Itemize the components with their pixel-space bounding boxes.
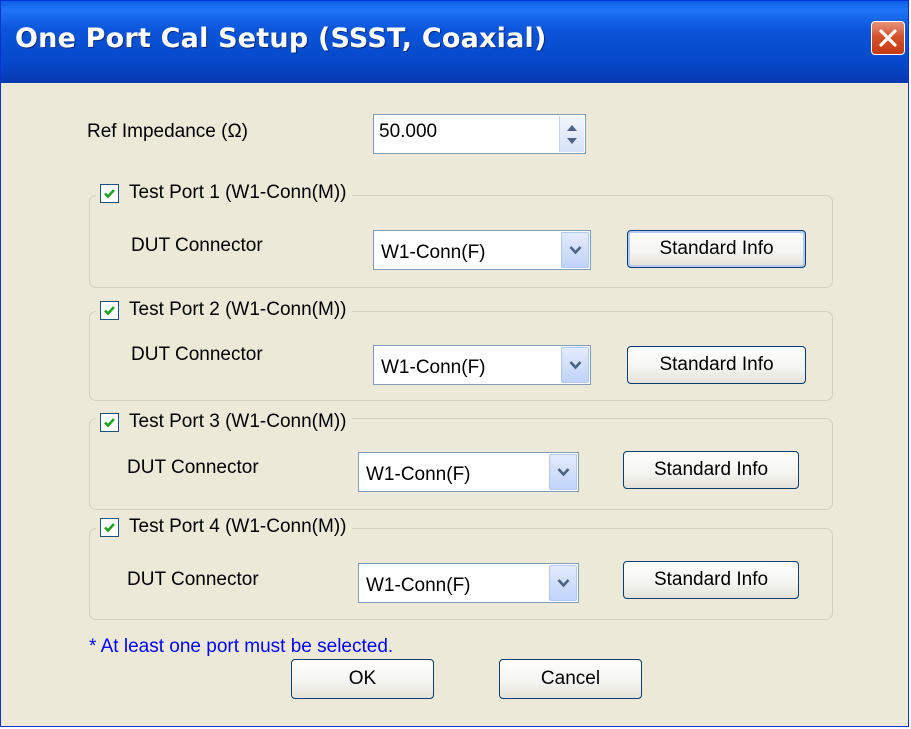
port-3-connector-value: W1-Conn(F) bbox=[366, 464, 471, 485]
checkmark-icon bbox=[104, 417, 115, 427]
port-1-dropdown-button[interactable] bbox=[561, 232, 589, 268]
title-bar[interactable]: One Port Cal Setup (SSST, Coaxial) bbox=[1, 1, 908, 83]
port-4-connector-select[interactable]: W1-Conn(F) bbox=[358, 563, 579, 603]
port-1-standard-info-button[interactable]: Standard Info bbox=[627, 230, 806, 268]
close-icon bbox=[879, 29, 897, 47]
port-1-checkbox[interactable] bbox=[100, 183, 119, 203]
port-2-standard-info-button[interactable]: Standard Info bbox=[627, 346, 806, 384]
chevron-down-icon bbox=[557, 579, 570, 588]
port-1-header: Test Port 1 (W1-Conn(M)) bbox=[96, 180, 353, 206]
port-2-connector-select[interactable]: W1-Conn(F) bbox=[373, 345, 591, 385]
port-2-header: Test Port 2 (W1-Conn(M)) bbox=[96, 297, 353, 323]
port-2-connector-label: DUT Connector bbox=[131, 344, 263, 365]
checkmark-icon bbox=[104, 522, 115, 532]
port-1-connector-label: DUT Connector bbox=[131, 235, 263, 256]
port-1-connector-select[interactable]: W1-Conn(F) bbox=[373, 230, 591, 270]
chevron-down-icon bbox=[569, 246, 582, 255]
dialog-window: One Port Cal Setup (SSST, Coaxial) Ref I… bbox=[0, 0, 909, 727]
ref-impedance-label: Ref Impedance (Ω) bbox=[87, 121, 248, 142]
dialog-client: Ref Impedance (Ω) 50.000 Test Port 1 (W1… bbox=[1, 83, 908, 726]
close-button[interactable] bbox=[871, 21, 905, 55]
port-1-label: Test Port 1 (W1-Conn(M)) bbox=[129, 182, 347, 203]
port-2-label: Test Port 2 (W1-Conn(M)) bbox=[129, 299, 347, 320]
port-3-label: Test Port 3 (W1-Conn(M)) bbox=[129, 411, 347, 432]
port-4-connector-value: W1-Conn(F) bbox=[366, 575, 471, 596]
port-3-standard-info-button[interactable]: Standard Info bbox=[623, 451, 799, 489]
port-2-dropdown-button[interactable] bbox=[561, 347, 589, 383]
port-4-checkbox[interactable] bbox=[100, 517, 119, 537]
port-4-header: Test Port 4 (W1-Conn(M)) bbox=[96, 514, 353, 540]
chevron-down-icon bbox=[569, 361, 582, 370]
checkmark-icon bbox=[104, 305, 115, 315]
port-3-header: Test Port 3 (W1-Conn(M)) bbox=[96, 409, 353, 435]
port-3-connector-select[interactable]: W1-Conn(F) bbox=[358, 452, 579, 492]
port-4-label: Test Port 4 (W1-Conn(M)) bbox=[129, 516, 347, 537]
ref-impedance-spinner[interactable]: 50.000 bbox=[373, 114, 586, 154]
port-1-connector-value: W1-Conn(F) bbox=[381, 242, 486, 263]
port-3-connector-label: DUT Connector bbox=[127, 457, 259, 478]
selection-note: * At least one port must be selected. bbox=[89, 636, 394, 657]
port-3-checkbox[interactable] bbox=[100, 412, 119, 432]
chevron-down-icon bbox=[557, 468, 570, 477]
port-4-dropdown-button[interactable] bbox=[549, 565, 577, 601]
cancel-button[interactable]: Cancel bbox=[499, 659, 642, 699]
port-4-standard-info-button[interactable]: Standard Info bbox=[623, 561, 799, 599]
ok-button[interactable]: OK bbox=[291, 659, 434, 699]
port-2-connector-value: W1-Conn(F) bbox=[381, 357, 486, 378]
ref-impedance-value: 50.000 bbox=[379, 121, 438, 142]
checkmark-icon bbox=[104, 188, 115, 198]
port-3-dropdown-button[interactable] bbox=[549, 454, 577, 490]
port-2-checkbox[interactable] bbox=[100, 300, 119, 320]
spinner-arrows-icon[interactable] bbox=[559, 116, 584, 152]
window-title: One Port Cal Setup (SSST, Coaxial) bbox=[15, 23, 547, 54]
port-4-connector-label: DUT Connector bbox=[127, 569, 259, 590]
